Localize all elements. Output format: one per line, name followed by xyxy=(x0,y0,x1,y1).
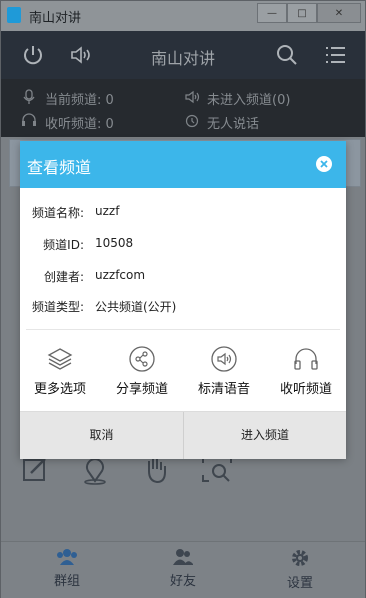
tab-groups[interactable]: 群组 xyxy=(27,548,107,589)
view-channel-dialog: 查看频道 频道名称: uzzf 频道ID: 10508 创建者: uzzfcom… xyxy=(20,141,346,459)
field-value: uzzfcom xyxy=(95,268,146,282)
field-label: 创建者: xyxy=(43,270,84,284)
field-label: 频道类型: xyxy=(31,300,84,314)
app-logo-icon xyxy=(7,7,21,23)
action-label: 标清语音 xyxy=(197,382,250,397)
share-channel-button[interactable]: 分享频道 xyxy=(104,346,180,397)
edit-icon[interactable] xyxy=(21,455,49,483)
tab-label: 群组 xyxy=(53,574,80,589)
tab-settings[interactable]: 设置 xyxy=(260,548,340,591)
dialog-header: 查看频道 xyxy=(20,141,346,188)
action-label: 更多选项 xyxy=(33,382,86,397)
group-icon xyxy=(57,549,77,565)
friends-icon xyxy=(173,549,193,565)
dialog-title: 查看频道 xyxy=(27,158,92,177)
window-controls: — □ ✕ xyxy=(257,3,361,23)
bottom-tab-bar: 群组 好友 设置 xyxy=(1,541,365,598)
speaking-status: 无人说话 xyxy=(207,117,260,132)
tab-label: 设置 xyxy=(286,576,313,591)
standard-voice-button[interactable]: 标清语音 xyxy=(186,346,262,397)
field-label: 频道名称: xyxy=(31,206,84,220)
app-header: 南山对讲 xyxy=(1,31,365,79)
tab-label: 好友 xyxy=(169,574,196,589)
layers-icon xyxy=(47,348,73,370)
window-title: 南山对讲 xyxy=(29,11,82,26)
minimize-button[interactable]: — xyxy=(257,3,287,23)
enter-channel-button[interactable]: 进入频道 xyxy=(184,412,346,459)
listen-channel-button[interactable]: 收听频道 xyxy=(268,346,344,397)
headphones-icon xyxy=(22,113,36,126)
current-channel-status: 当前频道: 0 xyxy=(45,93,114,108)
tab-friends[interactable]: 好友 xyxy=(143,548,223,589)
field-value: 10508 xyxy=(95,236,134,250)
title-bar: 南山对讲 — □ ✕ xyxy=(1,1,365,31)
volume-icon xyxy=(185,90,200,104)
headphones-icon xyxy=(294,348,318,370)
close-icon[interactable] xyxy=(315,155,333,173)
action-label: 收听频道 xyxy=(279,382,332,397)
scan-search-icon[interactable] xyxy=(201,455,233,483)
gear-icon xyxy=(292,550,308,566)
location-icon[interactable] xyxy=(81,455,109,485)
listen-channel-status: 收听频道: 0 xyxy=(45,117,114,132)
speaker-icon xyxy=(211,346,237,372)
divider xyxy=(26,329,340,330)
dialog-footer: 取消 进入频道 xyxy=(20,411,346,459)
share-icon xyxy=(129,346,155,372)
history-icon xyxy=(185,114,199,128)
not-entered-status: 未进入频道(0) xyxy=(207,93,291,108)
menu-icon[interactable] xyxy=(323,43,347,67)
cancel-button[interactable]: 取消 xyxy=(20,412,183,459)
field-label: 频道ID: xyxy=(43,238,84,252)
search-icon[interactable] xyxy=(275,43,299,67)
maximize-button[interactable]: □ xyxy=(287,3,317,23)
action-label: 分享频道 xyxy=(115,382,168,397)
more-options-button[interactable]: 更多选项 xyxy=(22,346,98,397)
close-button[interactable]: ✕ xyxy=(317,3,361,23)
microphone-icon xyxy=(23,89,35,104)
status-panel: 当前频道: 0 收听频道: 0 未进入频道(0) 无人说话 xyxy=(1,79,365,137)
page-title: 南山对讲 xyxy=(150,49,215,68)
field-value: 公共频道(公开) xyxy=(95,300,177,314)
field-value: uzzf xyxy=(95,204,120,218)
